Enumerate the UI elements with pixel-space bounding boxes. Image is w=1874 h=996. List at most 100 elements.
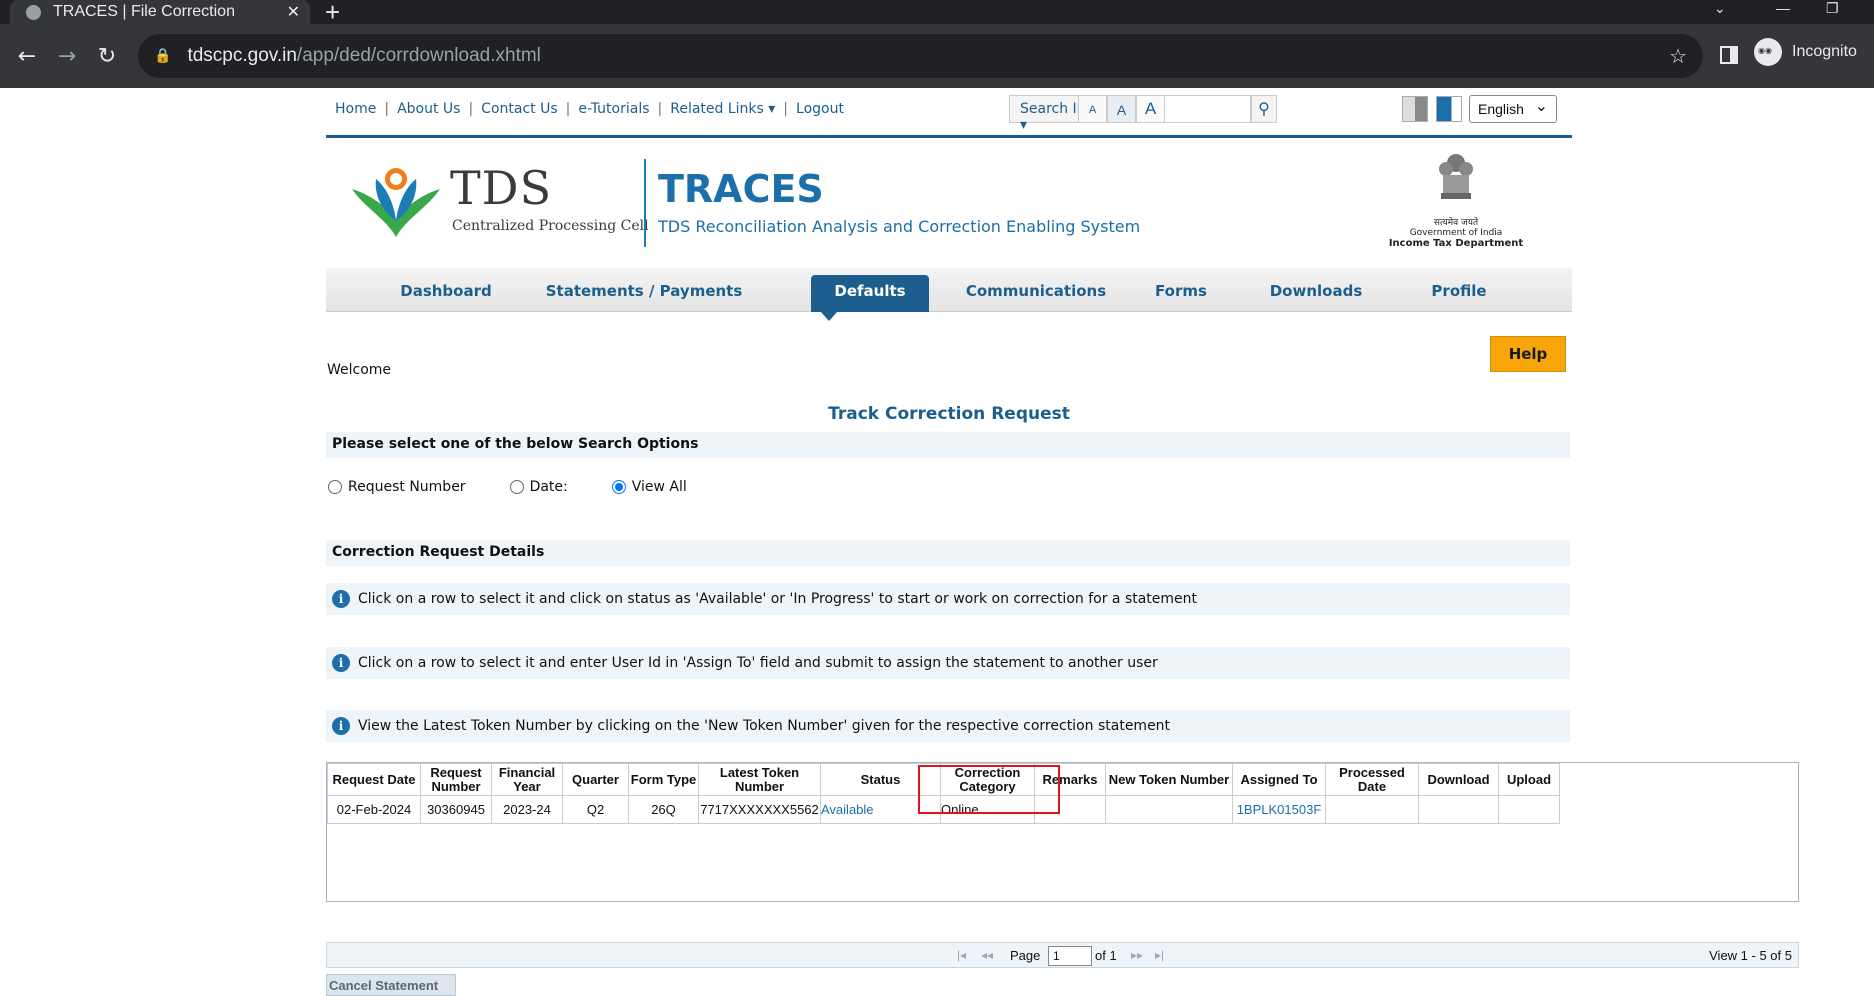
contrast-icon[interactable] [1402, 96, 1428, 122]
info-assign: i Click on a row to select it and enter … [326, 647, 1570, 679]
top-link-2[interactable]: Contact Us [481, 101, 557, 117]
column-header-7[interactable]: Correction Category [940, 763, 1035, 796]
nav-statements-payments[interactable]: Statements / Payments [544, 268, 744, 312]
traces-subtitle: TDS Reconciliation Analysis and Correcti… [658, 217, 1141, 236]
table-cell-3: Q2 [562, 795, 629, 824]
bookmark-star-icon[interactable]: ☆ [1669, 44, 1687, 68]
first-page-icon[interactable]: |◂ [957, 948, 966, 962]
link-separator: | [468, 101, 474, 117]
site-header: TDS Centralized Processing Cell TRACES T… [326, 141, 1572, 266]
top-links-bar: Home | About Us | Contact Us | e-Tutorials | Rel… [326, 88, 1572, 138]
column-header-8[interactable]: Remarks [1034, 763, 1106, 796]
top-link-0[interactable]: Home [335, 101, 376, 117]
radio-view-all[interactable] [611, 480, 626, 494]
table-cell-0: 02-Feb-2024 [327, 795, 421, 824]
table-body: 02-Feb-2024 30360945 2023-24 Q2 26Q 7717XXXXX… [327, 795, 1560, 824]
nav-defaults[interactable]: Defaults [811, 275, 929, 321]
next-page-icon[interactable]: ▸▸ [1131, 948, 1143, 962]
top-link-4[interactable]: Related Links ▾ [670, 101, 775, 117]
table-cell-8 [1034, 795, 1106, 824]
info-icon: i [332, 654, 350, 672]
correction-details-header: Correction Request Details [326, 540, 1570, 566]
search-icon[interactable]: ⚲ [1251, 95, 1277, 123]
search-options: Request Number Date: View All [328, 479, 687, 495]
side-panel-icon[interactable] [1720, 46, 1738, 64]
nav-profile[interactable]: Profile [1414, 268, 1504, 312]
ashoka-emblem-icon [1439, 154, 1473, 199]
column-header-1[interactable]: Request Number [420, 763, 492, 796]
minimize-icon[interactable]: — [1776, 0, 1790, 16]
info-icon: i [332, 590, 350, 608]
info-token: i View the Latest Token Number by clicki… [326, 710, 1570, 742]
info-icon: i [332, 717, 350, 735]
column-header-11[interactable]: Processed Date [1325, 763, 1419, 796]
page-title: Track Correction Request [828, 404, 1070, 424]
link-separator: | [783, 101, 789, 117]
reload-icon[interactable]: ↻ [87, 44, 127, 69]
nav-downloads[interactable]: Downloads [1256, 268, 1376, 312]
nav-communications[interactable]: Communications [960, 268, 1112, 312]
last-page-icon[interactable]: ▸| [1155, 948, 1164, 962]
cancel-statement-button[interactable]: Cancel Statement [326, 974, 456, 996]
chevron-down-icon[interactable]: ⌄ [1714, 0, 1726, 17]
table-cell-6[interactable]: Available [820, 795, 941, 824]
help-button[interactable]: Help [1490, 336, 1566, 372]
radio-request-number[interactable] [328, 480, 342, 494]
government-emblem: सत्यमेव जयते Government of India Income … [1376, 151, 1536, 249]
column-header-3[interactable]: Quarter [562, 763, 629, 796]
lock-icon[interactable]: 🔒 [154, 48, 171, 64]
page-input[interactable]: 1 [1048, 946, 1092, 966]
close-icon[interactable]: ✕ [287, 2, 300, 22]
search-options-header: Please select one of the below Search Op… [326, 432, 1570, 458]
link-separator: | [565, 101, 571, 117]
radio-label-view-all: View All [631, 479, 687, 495]
column-header-0[interactable]: Request Date [327, 763, 421, 796]
forward-icon[interactable]: → [47, 44, 87, 69]
nav-dashboard[interactable]: Dashboard [386, 268, 506, 312]
font-medium-button[interactable]: A [1107, 95, 1136, 123]
omnibox[interactable]: 🔒 tdscpc.gov.in/app/ded/corrdownload.xht… [138, 34, 1703, 78]
link-separator: | [384, 101, 390, 117]
radio-label-date: Date: [529, 479, 568, 495]
theme-icon[interactable] [1436, 96, 1462, 122]
restore-icon[interactable]: ❐ [1826, 0, 1839, 17]
globe-icon [26, 4, 41, 20]
prev-page-icon[interactable]: ◂◂ [981, 948, 993, 962]
top-link-1[interactable]: About Us [397, 101, 460, 117]
table-cell-10[interactable]: 1BPLK01503F [1232, 795, 1326, 824]
link-separator: | [657, 101, 663, 117]
table-header-row: Request Date Request Number Financial Year… [327, 763, 1560, 796]
table-cell-13 [1498, 795, 1560, 824]
column-header-4[interactable]: Form Type [628, 763, 699, 796]
browser-tab[interactable]: TRACES | File Correction ✕ [10, 0, 310, 24]
tab-title: TRACES | File Correction [53, 3, 235, 20]
nav-forms[interactable]: Forms [1141, 268, 1221, 312]
column-header-10[interactable]: Assigned To [1232, 763, 1326, 796]
traces-title: TRACES [658, 167, 824, 211]
table-cell-11 [1325, 795, 1419, 824]
welcome-text: Welcome [327, 362, 392, 378]
top-links: Home | About Us | Contact Us | e-Tutorials | Rel… [335, 101, 844, 117]
top-link-3[interactable]: e-Tutorials [578, 101, 649, 117]
tds-subtitle: Centralized Processing Cell [452, 218, 649, 234]
top-link-5[interactable]: Logout [796, 101, 844, 117]
info-available: i Click on a row to select it and click … [326, 583, 1570, 615]
table-row[interactable]: 02-Feb-2024 30360945 2023-24 Q2 26Q 7717XXXXX… [327, 795, 1560, 824]
main-nav: Dashboard Statements / Payments Defaults… [326, 268, 1572, 321]
table-cell-4: 26Q [628, 795, 699, 824]
url-text[interactable]: tdscpc.gov.in/app/ded/corrdownload.xhtml [187, 45, 1669, 67]
emblem-dept: Income Tax Department [1388, 238, 1524, 249]
incognito-indicator[interactable]: Incognito [1754, 38, 1857, 66]
font-small-button[interactable]: A [1078, 95, 1107, 123]
language-select[interactable]: English [1469, 95, 1557, 123]
radio-date[interactable] [509, 480, 524, 494]
column-header-6[interactable]: Status [820, 763, 941, 796]
column-header-13[interactable]: Upload [1498, 763, 1560, 796]
tds-logo-icon [352, 168, 440, 237]
column-header-2[interactable]: Financial Year [491, 763, 563, 796]
back-icon[interactable]: ← [7, 44, 47, 69]
column-header-9[interactable]: New Token Number [1105, 763, 1233, 796]
font-large-button[interactable]: A [1136, 95, 1165, 123]
column-header-12[interactable]: Download [1418, 763, 1499, 796]
column-header-5[interactable]: Latest Token Number [698, 763, 821, 796]
